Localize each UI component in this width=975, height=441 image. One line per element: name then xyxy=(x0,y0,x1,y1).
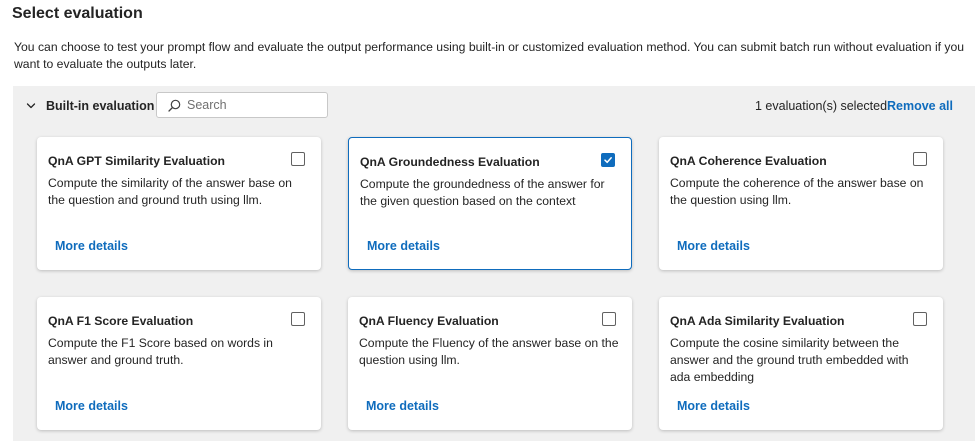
evaluation-card[interactable]: QnA GPT Similarity Evaluation Compute th… xyxy=(37,137,321,270)
card-description: Compute the cosine similarity between th… xyxy=(670,336,909,384)
chevron-down-icon xyxy=(26,103,36,109)
remove-all-link[interactable]: Remove all xyxy=(887,99,953,113)
search-input[interactable] xyxy=(187,98,317,112)
card-checkbox[interactable] xyxy=(602,312,616,326)
evaluation-card[interactable]: QnA Coherence Evaluation Compute the coh… xyxy=(659,137,943,270)
card-title: QnA Groundedness Evaluation xyxy=(360,155,540,169)
evaluation-card[interactable]: QnA F1 Score Evaluation Compute the F1 S… xyxy=(37,297,321,430)
evaluation-card[interactable]: QnA Ada Similarity Evaluation Compute th… xyxy=(659,297,943,430)
card-title: QnA F1 Score Evaluation xyxy=(48,314,194,328)
page-title: Select evaluation xyxy=(12,5,143,22)
evaluation-card[interactable]: QnA Fluency Evaluation Compute the Fluen… xyxy=(348,297,632,430)
card-title: QnA Coherence Evaluation xyxy=(670,154,827,168)
search-icon xyxy=(168,99,181,112)
card-checkbox[interactable] xyxy=(913,312,927,326)
evaluation-card[interactable]: QnA Groundedness Evaluation Compute the … xyxy=(348,137,632,270)
selected-count: 1 evaluation(s) selected xyxy=(755,99,888,113)
card-title: QnA Fluency Evaluation xyxy=(359,314,499,328)
more-details-link[interactable]: More details xyxy=(55,399,128,413)
card-checkbox[interactable] xyxy=(291,312,305,326)
card-description: Compute the groundedness of the answer f… xyxy=(360,177,605,208)
card-description: Compute the F1 Score based on words in a… xyxy=(48,336,273,367)
card-checkbox[interactable] xyxy=(913,152,927,166)
checkmark-icon xyxy=(604,157,612,164)
card-checkbox[interactable] xyxy=(601,153,615,167)
card-checkbox[interactable] xyxy=(291,152,305,166)
more-details-link[interactable]: More details xyxy=(55,239,128,253)
more-details-link[interactable]: More details xyxy=(367,239,440,253)
card-title: QnA Ada Similarity Evaluation xyxy=(670,314,845,328)
builtin-evaluation-toggle[interactable]: Built-in evaluation xyxy=(26,98,154,114)
page-description: You can choose to test your prompt flow … xyxy=(14,40,965,71)
card-title: QnA GPT Similarity Evaluation xyxy=(48,154,225,168)
card-description: Compute the similarity of the answer bas… xyxy=(48,176,292,207)
more-details-link[interactable]: More details xyxy=(677,399,750,413)
card-description: Compute the coherence of the answer base… xyxy=(670,176,924,207)
card-description: Compute the Fluency of the answer base o… xyxy=(359,336,619,367)
more-details-link[interactable]: More details xyxy=(366,399,439,413)
search-box[interactable] xyxy=(156,92,328,118)
builtin-evaluation-label: Built-in evaluation xyxy=(46,99,155,113)
more-details-link[interactable]: More details xyxy=(677,239,750,253)
